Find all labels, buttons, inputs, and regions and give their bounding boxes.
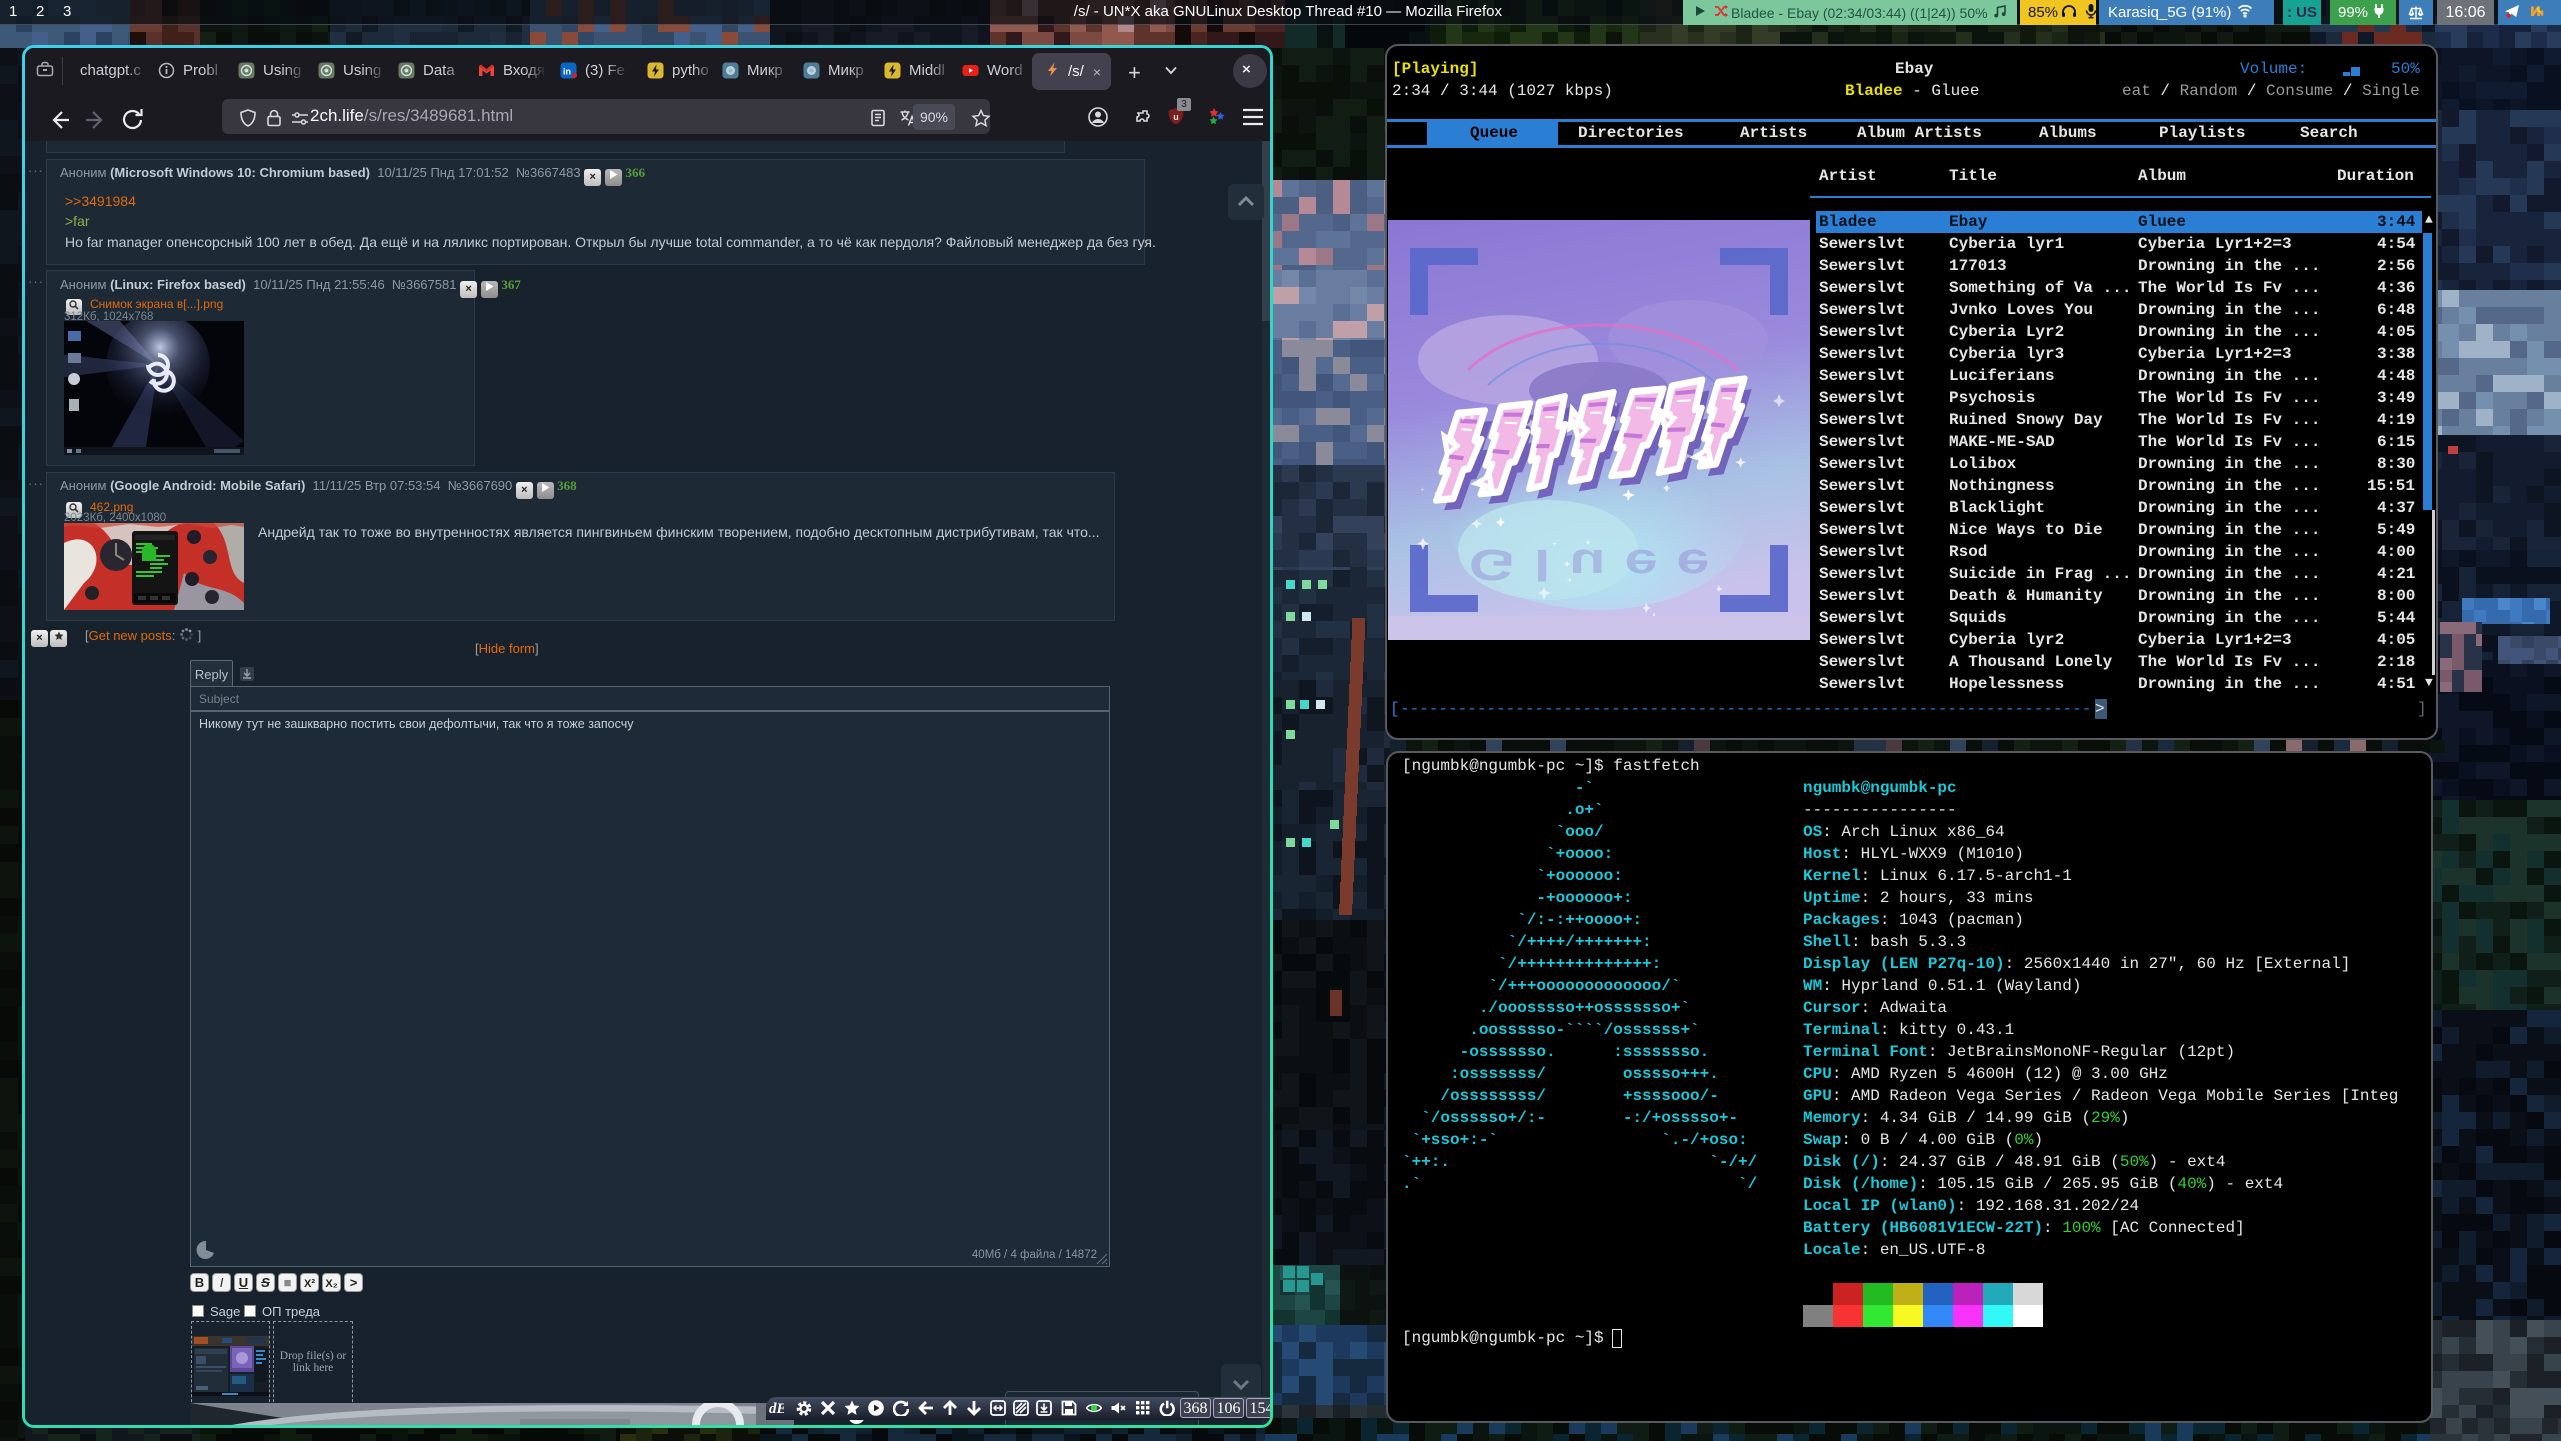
svg-text:in: in [563, 66, 571, 76]
svg-text:u: u [1173, 112, 1179, 122]
svg-text:Gluee: Gluee [1469, 540, 1729, 589]
svg-text:dE: dE [769, 1401, 784, 1416]
